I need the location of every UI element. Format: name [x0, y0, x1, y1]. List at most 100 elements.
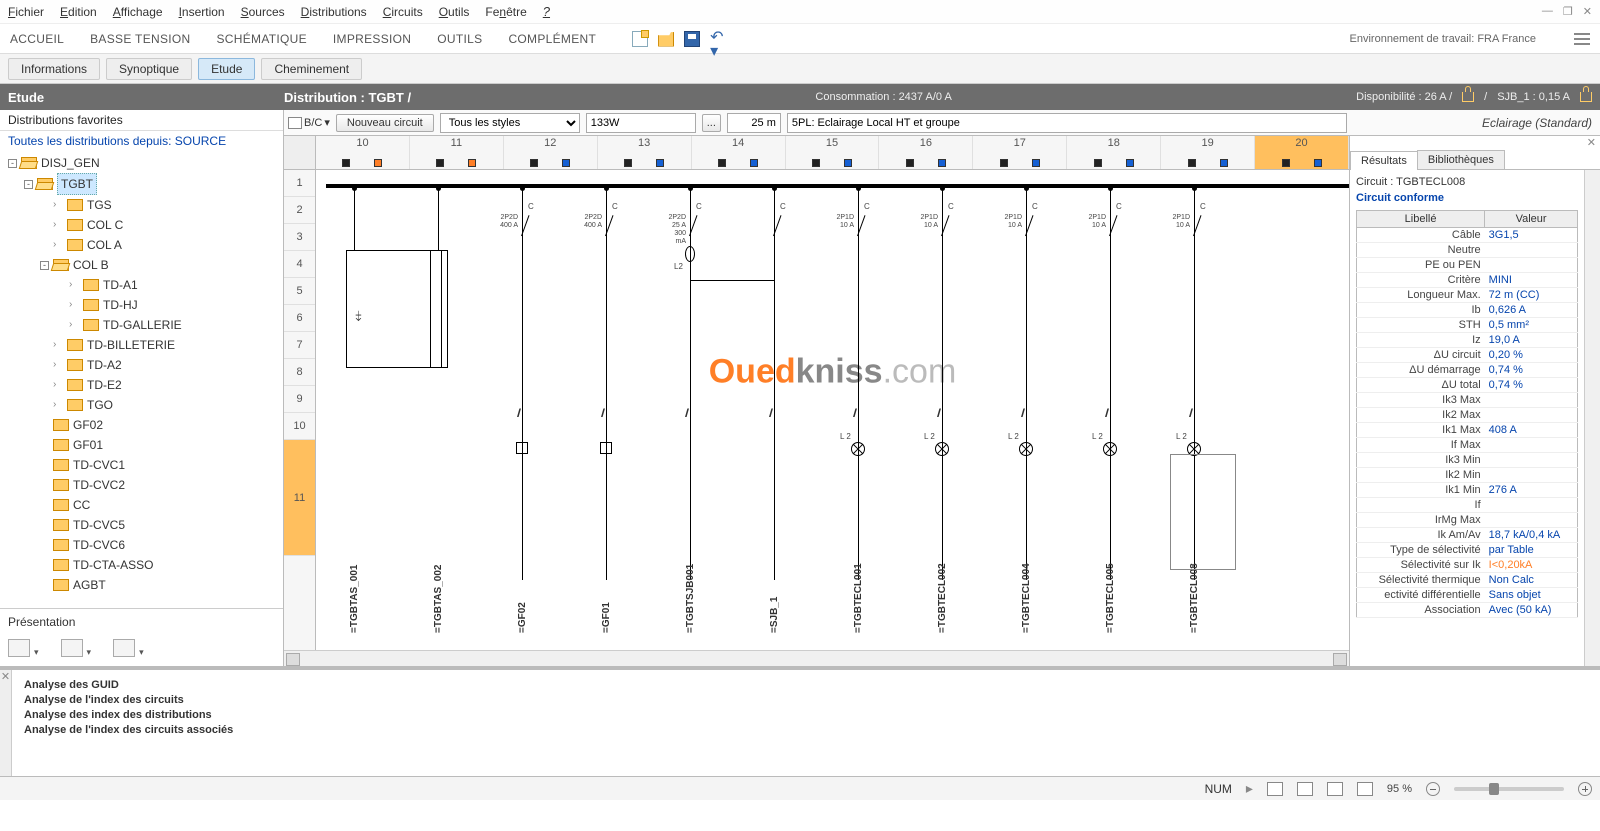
ribbon-impression[interactable]: IMPRESSION: [333, 32, 411, 46]
row-5[interactable]: 5: [284, 278, 315, 305]
view-mode-1[interactable]: [1267, 782, 1283, 796]
power-input[interactable]: [586, 113, 696, 133]
circuit-tgbtas001[interactable]: =TGBTAS_001⤈: [354, 184, 356, 580]
tree-item-tgo[interactable]: ›TGO: [4, 395, 279, 415]
menu-distributions[interactable]: Distributions: [301, 5, 367, 19]
length-input[interactable]: [727, 113, 781, 133]
menu-affichage[interactable]: Affichage: [113, 5, 163, 19]
style-select[interactable]: Tous les styles: [440, 113, 580, 133]
row-10[interactable]: 10: [284, 413, 315, 440]
col-12[interactable]: 12: [504, 136, 598, 169]
distributions-source[interactable]: Toutes les distributions depuis: SOURCE: [0, 131, 283, 151]
zoom-in-icon[interactable]: [1578, 782, 1592, 796]
col-10[interactable]: 10: [316, 136, 410, 169]
desc-input[interactable]: [787, 113, 1347, 133]
menu-fenetre[interactable]: Fenêtre: [485, 5, 526, 19]
bc-toggle[interactable]: B/C ▾: [288, 116, 330, 129]
row-8[interactable]: 8: [284, 359, 315, 386]
present-tool-2[interactable]: [61, 639, 83, 657]
tree-item-col-b[interactable]: -COL B: [4, 255, 279, 275]
view-mode-3[interactable]: [1327, 782, 1343, 796]
col-13[interactable]: 13: [598, 136, 692, 169]
circuit-tgbtecl005[interactable]: =TGBTECL005C2P1D10 A///L 2: [1110, 184, 1112, 580]
col-17[interactable]: 17: [973, 136, 1067, 169]
circuit-sjb1[interactable]: =SJB_1C///: [774, 184, 776, 580]
ribbon-outils[interactable]: OUTILS: [437, 32, 482, 46]
tree-item-td-cta-asso[interactable]: TD-CTA-ASSO: [4, 555, 279, 575]
col-20[interactable]: 20: [1255, 136, 1349, 169]
undo-icon[interactable]: ↶ ▾: [710, 31, 726, 47]
col-11[interactable]: 11: [410, 136, 504, 169]
tree-item-td-hj[interactable]: ›TD-HJ: [4, 295, 279, 315]
tree-item-col-a[interactable]: ›COL A: [4, 235, 279, 255]
canvas-hscroll[interactable]: [284, 650, 1349, 666]
status-fold-icon[interactable]: ▸: [1246, 780, 1253, 797]
menu-circuits[interactable]: Circuits: [383, 5, 423, 19]
menu-insertion[interactable]: Insertion: [179, 5, 225, 19]
circuit-tgbtecl004[interactable]: =TGBTECL004C2P1D10 A///L 2: [1026, 184, 1028, 580]
circuit-tgbtecl002[interactable]: =TGBTECL002C2P1D10 A///L 2: [942, 184, 944, 580]
window-restore-icon[interactable]: ❐: [1563, 5, 1573, 18]
col-19[interactable]: 19: [1161, 136, 1255, 169]
row-6[interactable]: 6: [284, 305, 315, 332]
col-18[interactable]: 18: [1067, 136, 1161, 169]
window-close-icon[interactable]: ✕: [1583, 5, 1592, 18]
row-1[interactable]: 1: [284, 170, 315, 197]
tree-item-tgbt[interactable]: -TGBT: [4, 173, 279, 195]
ribbon-complement[interactable]: COMPLÉMENT: [508, 32, 596, 46]
tab-etude[interactable]: Etude: [198, 58, 255, 80]
present-tool-1[interactable]: [8, 639, 30, 657]
tab-synoptique[interactable]: Synoptique: [106, 58, 192, 80]
tree-item-td-gallerie[interactable]: ›TD-GALLERIE: [4, 315, 279, 335]
row-9[interactable]: 9: [284, 386, 315, 413]
circuit-tgbtsjb001[interactable]: =TGBTSJB001C2P2D25 A300 mA///L2: [690, 184, 692, 580]
col-14[interactable]: 14: [692, 136, 786, 169]
circuit-tgbtas002[interactable]: =TGBTAS_002: [438, 184, 440, 580]
tab-bibliotheques[interactable]: Bibliothèques: [1417, 150, 1505, 169]
tree-item-gf02[interactable]: GF02: [4, 415, 279, 435]
schematic-canvas[interactable]: Ouedkniss.com =TGBTAS_001⤈=TGBTAS_002=GF…: [316, 170, 1349, 650]
menu-fichier[interactable]: Fichier: [8, 5, 44, 19]
results-vscroll[interactable]: [1584, 170, 1600, 666]
row-3[interactable]: 3: [284, 224, 315, 251]
view-mode-4[interactable]: [1357, 782, 1373, 796]
ribbon-schematique[interactable]: SCHÉMATIQUE: [217, 32, 307, 46]
new-file-icon[interactable]: [632, 31, 648, 47]
col-16[interactable]: 16: [879, 136, 973, 169]
window-minimize-icon[interactable]: —: [1542, 5, 1553, 18]
row-7[interactable]: 7: [284, 332, 315, 359]
tree-item-td-cvc5[interactable]: TD-CVC5: [4, 515, 279, 535]
menu-sources[interactable]: Sources: [241, 5, 285, 19]
ribbon-basse-tension[interactable]: BASSE TENSION: [90, 32, 190, 46]
column-ruler[interactable]: 1011121314151617181920: [284, 136, 1349, 170]
results-close-icon[interactable]: ✕: [1587, 137, 1596, 149]
row-ruler[interactable]: 1234567891011: [284, 170, 316, 650]
row-4[interactable]: 4: [284, 251, 315, 278]
tree-item-td-a2[interactable]: ›TD-A2: [4, 355, 279, 375]
menu-help[interactable]: ?: [543, 4, 550, 20]
nouveau-circuit-button[interactable]: Nouveau circuit: [336, 114, 434, 132]
zoom-slider[interactable]: [1454, 787, 1564, 791]
tree-item-td-a1[interactable]: ›TD-A1: [4, 275, 279, 295]
tree-item-td-e2[interactable]: ›TD-E2: [4, 375, 279, 395]
save-file-icon[interactable]: [684, 31, 700, 47]
tree-item-td-cvc6[interactable]: TD-CVC6: [4, 535, 279, 555]
tree-item-td-cvc2[interactable]: TD-CVC2: [4, 475, 279, 495]
circuit-tgbtecl001[interactable]: =TGBTECL001C2P1D10 A///L 2: [858, 184, 860, 580]
menu-outils[interactable]: Outils: [439, 5, 470, 19]
tree-item-cc[interactable]: CC: [4, 495, 279, 515]
tree-item-col-c[interactable]: ›COL C: [4, 215, 279, 235]
tree-item-td-cvc1[interactable]: TD-CVC1: [4, 455, 279, 475]
circuit-gf01[interactable]: =GF01C2P2D400 A///: [606, 184, 608, 580]
circuit-gf02[interactable]: =GF02C2P2D400 A///: [522, 184, 524, 580]
tree-item-disj-gen[interactable]: -DISJ_GEN: [4, 153, 279, 173]
power-more[interactable]: ...: [702, 114, 721, 132]
tab-informations[interactable]: Informations: [8, 58, 100, 80]
menu-edition[interactable]: Edition: [60, 5, 97, 19]
zoom-out-icon[interactable]: [1426, 782, 1440, 796]
col-15[interactable]: 15: [786, 136, 880, 169]
distributions-tree[interactable]: -DISJ_GEN-TGBT›TGS›COL C›COL A-COL B›TD-…: [0, 151, 283, 608]
ribbon-options-icon[interactable]: [1574, 33, 1590, 45]
view-mode-2[interactable]: [1297, 782, 1313, 796]
present-tool-3[interactable]: [113, 639, 135, 657]
